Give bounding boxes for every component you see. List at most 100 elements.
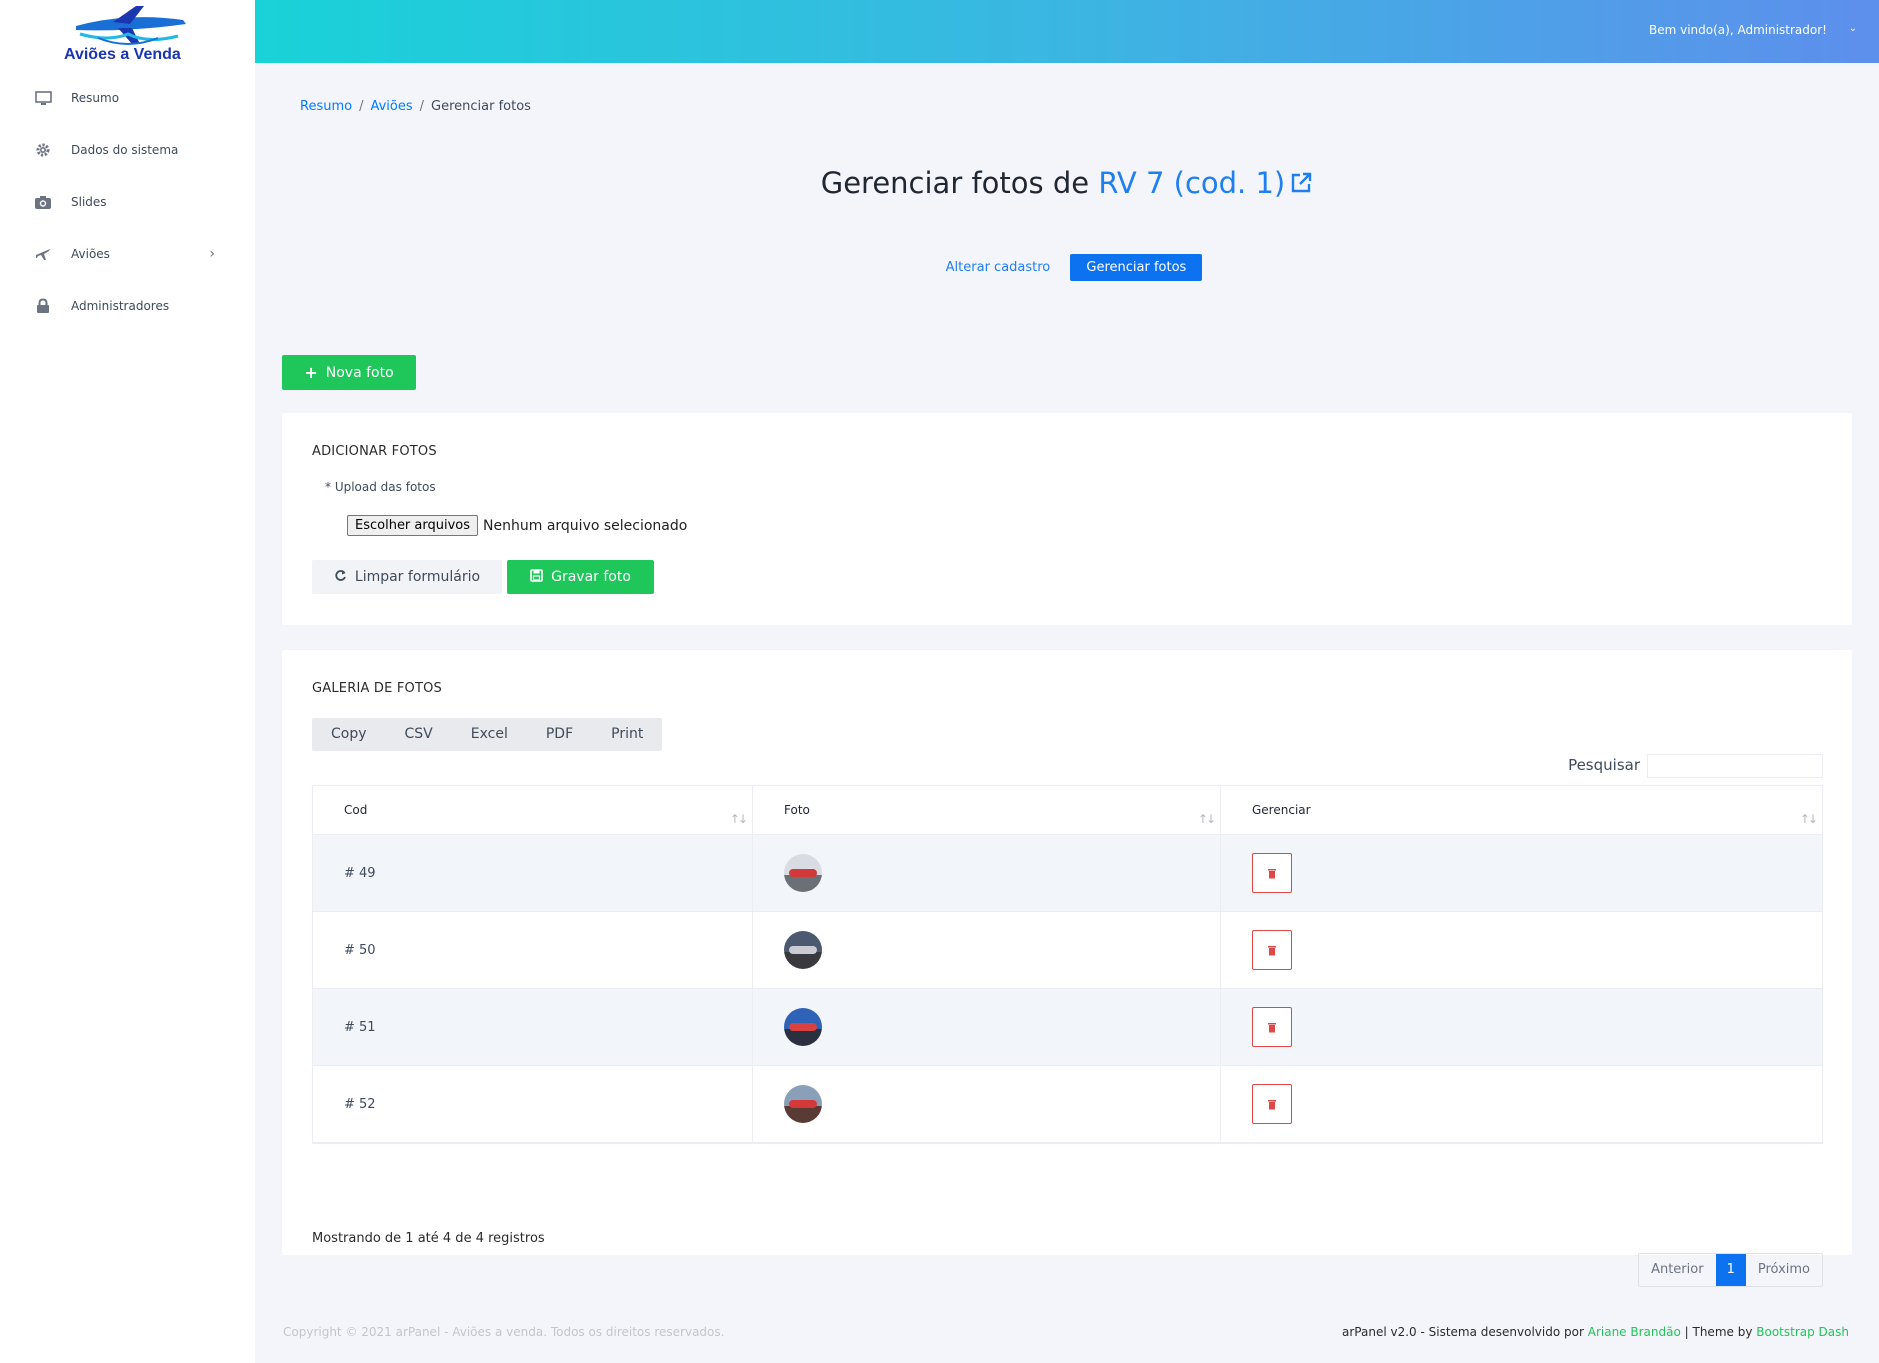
- cell-foto: [753, 835, 1221, 911]
- sidebar-item-avioes[interactable]: Aviões ›: [0, 228, 255, 280]
- export-copy-button[interactable]: Copy: [312, 718, 386, 751]
- table-row: # 52: [313, 1066, 1822, 1143]
- column-header-foto[interactable]: Foto ↑↓: [753, 786, 1221, 834]
- cell-foto: [753, 1066, 1221, 1142]
- delete-button[interactable]: [1252, 853, 1292, 893]
- table-body: # 49 # 50 # 51 # 52: [313, 835, 1822, 1143]
- pagination-previous[interactable]: Anterior: [1639, 1254, 1715, 1286]
- main-content: Resumo / Aviões / Gerenciar fotos Gerenciar …: [255, 63, 1879, 1363]
- photo-thumbnail[interactable]: [784, 1008, 822, 1046]
- chevron-down-icon[interactable]: ⌄: [1849, 23, 1857, 34]
- trash-icon: [1268, 945, 1276, 955]
- camera-icon: [34, 193, 52, 211]
- delete-button[interactable]: [1252, 1007, 1292, 1047]
- save-photo-label: Gravar foto: [551, 569, 631, 585]
- gallery-card-title: GALERIA DE FOTOS: [312, 681, 443, 696]
- export-pdf-button[interactable]: PDF: [527, 718, 592, 751]
- footer-author-link[interactable]: Ariane Brandão: [1588, 1325, 1681, 1339]
- user-menu[interactable]: Bem vindo(a), Administrador!: [1649, 23, 1827, 37]
- photo-thumbnail[interactable]: [784, 1085, 822, 1123]
- new-photo-label: Nova foto: [325, 364, 394, 381]
- sidebar-item-label: Aviões: [71, 247, 110, 261]
- export-print-button[interactable]: Print: [592, 718, 662, 751]
- table-info: Mostrando de 1 até 4 de 4 registros: [312, 1231, 545, 1246]
- monitor-icon: [34, 89, 52, 107]
- gallery-table: Cod ↑↓ Foto ↑↓ Gerenciar ↑↓ # 49 # 50 # …: [312, 785, 1823, 1144]
- pagination: Anterior 1 Próximo: [1638, 1253, 1823, 1287]
- gallery-card: GALERIA DE FOTOS Copy CSV Excel PDF Prin…: [282, 650, 1852, 1287]
- choose-files-button[interactable]: Escolher arquivos: [347, 515, 479, 536]
- search-input[interactable]: [1647, 754, 1823, 778]
- column-header-label: Cod: [344, 803, 368, 817]
- cell-cod: # 52: [313, 1066, 753, 1142]
- cell-gerenciar: [1221, 1066, 1822, 1142]
- column-header-label: Foto: [784, 803, 810, 817]
- sidebar-item-label: Administradores: [71, 299, 170, 313]
- plus-icon: +: [304, 363, 318, 382]
- sort-icon: ↑↓: [1197, 812, 1216, 826]
- sidebar-item-administradores[interactable]: Administradores: [0, 280, 255, 332]
- cell-gerenciar: [1221, 989, 1822, 1065]
- new-photo-button[interactable]: + Nova foto: [282, 355, 416, 390]
- breadcrumb-current: Gerenciar fotos: [431, 99, 531, 114]
- trash-icon: [1268, 868, 1276, 878]
- export-excel-button[interactable]: Excel: [452, 718, 527, 751]
- table-row: # 49: [313, 835, 1822, 912]
- page-title-highlight[interactable]: RV 7 (cod. 1): [1098, 166, 1285, 200]
- photo-thumbnail[interactable]: [784, 931, 822, 969]
- tab-alterar-cadastro[interactable]: Alterar cadastro: [932, 254, 1065, 281]
- chevron-right-icon: ›: [209, 246, 215, 262]
- table-header: Cod ↑↓ Foto ↑↓ Gerenciar ↑↓: [313, 786, 1822, 835]
- refresh-icon: [334, 569, 347, 586]
- photo-thumbnail[interactable]: [784, 854, 822, 892]
- cell-foto: [753, 989, 1221, 1065]
- breadcrumb-separator: /: [359, 99, 364, 114]
- plane-icon: [34, 245, 52, 263]
- export-buttons: Copy CSV Excel PDF Print: [312, 718, 663, 751]
- tab-gerenciar-fotos[interactable]: Gerenciar fotos: [1070, 254, 1203, 281]
- breadcrumb-link-resumo[interactable]: Resumo: [300, 99, 352, 114]
- sidebar-item-label: Dados do sistema: [71, 143, 179, 157]
- sidebar-item-dados-do-sistema[interactable]: Dados do sistema: [0, 124, 255, 176]
- top-navbar: Bem vindo(a), Administrador! ⌄: [255, 0, 1879, 63]
- upload-card-title: ADICIONAR FOTOS: [312, 444, 437, 459]
- breadcrumb-separator: /: [419, 99, 425, 114]
- upload-label: * Upload das fotos: [325, 480, 436, 494]
- footer-credit-prefix: arPanel v2.0 - Sistema desenvolvido por: [1342, 1325, 1584, 1339]
- page-tabs: Alterar cadastro Gerenciar fotos: [255, 254, 1879, 281]
- sidebar-item-label: Resumo: [71, 91, 120, 105]
- trash-icon: [1268, 1099, 1276, 1109]
- sidebar-item-slides[interactable]: Slides: [0, 176, 255, 228]
- save-photo-button[interactable]: Gravar foto: [507, 560, 654, 594]
- delete-button[interactable]: [1252, 1084, 1292, 1124]
- cell-gerenciar: [1221, 912, 1822, 988]
- footer-theme-prefix: | Theme by: [1684, 1325, 1753, 1339]
- column-header-gerenciar[interactable]: Gerenciar ↑↓: [1221, 786, 1822, 834]
- column-header-cod[interactable]: Cod ↑↓: [313, 786, 753, 834]
- sidebar-item-resumo[interactable]: Resumo: [0, 72, 255, 124]
- footer-theme-link[interactable]: Bootstrap Dash: [1756, 1325, 1849, 1339]
- footer-credits: arPanel v2.0 - Sistema desenvolvido por …: [1342, 1325, 1849, 1339]
- pagination-page-1[interactable]: 1: [1715, 1254, 1746, 1286]
- lock-icon: [34, 297, 52, 315]
- clear-form-label: Limpar formulário: [354, 569, 481, 585]
- cell-cod: # 51: [313, 989, 753, 1065]
- breadcrumb-link-avioes[interactable]: Aviões: [370, 99, 412, 114]
- page-title-prefix: Gerenciar fotos de: [820, 166, 1090, 200]
- sidebar: Aviões a Venda Resumo Dados do sistema S…: [0, 0, 255, 1363]
- pagination-next[interactable]: Próximo: [1746, 1254, 1822, 1286]
- cell-gerenciar: [1221, 835, 1822, 911]
- clear-form-button[interactable]: Limpar formulário: [312, 560, 502, 594]
- delete-button[interactable]: [1252, 930, 1292, 970]
- external-link-icon[interactable]: [1289, 168, 1313, 202]
- file-input[interactable]: Escolher arquivos Nenhum arquivo selecio…: [347, 515, 687, 536]
- table-row: # 50: [313, 912, 1822, 989]
- floppy-icon: [530, 568, 543, 586]
- export-csv-button[interactable]: CSV: [386, 718, 452, 751]
- page-title: Gerenciar fotos de RV 7 (cod. 1): [255, 166, 1879, 202]
- cell-cod: # 49: [313, 835, 753, 911]
- breadcrumb: Resumo / Aviões / Gerenciar fotos: [300, 99, 531, 114]
- footer-copyright: Copyright © 2021 arPanel - Aviões a vend…: [283, 1325, 725, 1339]
- gear-icon: [34, 141, 52, 159]
- sidebar-nav: Resumo Dados do sistema Slides Aviões ›: [0, 72, 255, 332]
